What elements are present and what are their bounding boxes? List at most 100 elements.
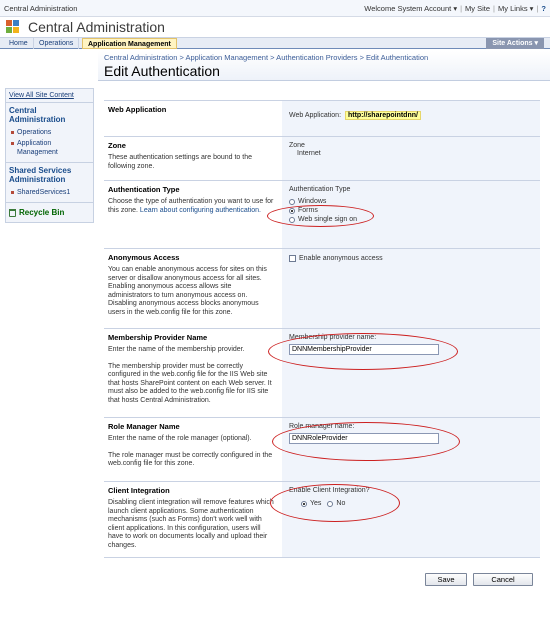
yes-label: Yes [310, 500, 322, 507]
tab-bar: Home Operations Application Management S… [0, 37, 550, 49]
section-client-integration: Client Integration Disabling client inte… [104, 482, 540, 558]
site-title: Central Administration [28, 19, 165, 35]
section-description: Enter the name of the membership provide… [108, 346, 245, 353]
membership-provider-input[interactable]: DNNMembershipProvider [289, 344, 439, 355]
web-sso-option-label: Web single sign on [298, 216, 358, 223]
section-title: Authentication Type [108, 185, 180, 194]
role-manager-label: Role manager name: [289, 423, 355, 430]
separator: | [493, 4, 495, 13]
section-anonymous-access: Anonymous Access You can enable anonymou… [104, 249, 540, 329]
recycle-bin-label: Recycle Bin [19, 208, 65, 217]
auth-type-label: Authentication Type [289, 186, 351, 193]
sidebar-item-application-management[interactable]: Application Management [9, 138, 90, 158]
section-zone: Zone These authentication settings are b… [104, 137, 540, 181]
web-app-selector[interactable]: http://sharepointdnn/ [344, 111, 421, 120]
web-app-row: Web Application: http://sharepointdnn/ [289, 111, 533, 120]
client-integration-options: Yes No [301, 498, 533, 507]
separator: | [460, 4, 463, 13]
edit-authentication-form: Web Application Web Application: http://… [104, 100, 540, 598]
no-label: No [336, 500, 346, 507]
sidebar-item-operations[interactable]: Operations [9, 127, 90, 138]
section-right: Authentication Type Windows Forms Web si… [282, 181, 540, 248]
section-description: Choose the type of authentication you wa… [108, 198, 276, 215]
sidebar-ssp-list: SharedServices1 [6, 185, 93, 203]
section-left: Zone These authentication settings are b… [104, 137, 280, 175]
learn-more-link[interactable]: Learn about configuring authentication. [140, 207, 261, 214]
section-left: Role Manager Name Enter the name of the … [104, 418, 280, 473]
tab-operations[interactable]: Operations [34, 38, 80, 49]
auth-option-windows[interactable]: Windows [289, 198, 533, 205]
site-header: Central Administration [0, 17, 550, 37]
welcome-menu[interactable]: Welcome System Account ▾ [364, 4, 457, 13]
yes-radio[interactable] [301, 500, 307, 507]
save-button[interactable]: Save [425, 573, 467, 586]
no-radio[interactable] [327, 500, 334, 507]
client-integration-no[interactable]: No [327, 500, 345, 507]
sidebar-item-sharedservices1[interactable]: SharedServices1 [9, 187, 90, 198]
web-sso-radio[interactable] [289, 216, 295, 223]
section-description: These authentication settings are bound … [108, 154, 252, 170]
section-description: The role manager must be correctly confi… [108, 451, 273, 468]
section-title: Membership Provider Name [108, 333, 208, 342]
view-all-site-content-link[interactable]: View All Site Content [6, 89, 93, 103]
tab-application-management[interactable]: Application Management [82, 38, 177, 49]
section-title: Anonymous Access [108, 253, 180, 262]
section-title: Web Application [108, 105, 167, 114]
section-description: Disabling client integration will remove… [108, 499, 274, 549]
section-authentication-type: Authentication Type Choose the type of a… [104, 181, 540, 249]
zone-label: Zone [289, 142, 305, 149]
anonymous-access-checkbox[interactable] [289, 255, 296, 262]
my-links-menu[interactable]: My Links ▾ [498, 4, 533, 13]
forms-radio[interactable] [289, 207, 295, 214]
separator: | [536, 4, 539, 13]
section-left: Web Application [104, 101, 280, 122]
client-integration-yes[interactable]: Yes [301, 500, 321, 507]
section-web-application: Web Application Web Application: http://… [104, 101, 540, 137]
membership-provider-label: Membership provider name: [289, 334, 377, 341]
tab-home[interactable]: Home [4, 38, 34, 49]
section-membership-provider: Membership Provider Name Enter the name … [104, 329, 540, 418]
section-left: Anonymous Access You can enable anonymou… [104, 249, 280, 321]
section-right: Enable anonymous access [282, 249, 540, 328]
section-left: Membership Provider Name Enter the name … [104, 329, 280, 409]
section-title: Role Manager Name [108, 422, 180, 431]
form-buttons: Save Cancel [104, 558, 540, 598]
windows-radio[interactable] [289, 198, 295, 205]
quick-launch: View All Site Content Central Administra… [5, 88, 94, 223]
section-title: Zone [108, 141, 126, 150]
web-app-label: Web Application: [289, 112, 342, 119]
cancel-button[interactable]: Cancel [473, 573, 533, 586]
page-title: Edit Authentication [104, 63, 220, 79]
site-actions-menu[interactable]: Site Actions ▾ [486, 38, 544, 49]
section-left: Authentication Type Choose the type of a… [104, 181, 280, 219]
section-description: Enter the name of the role manager (opti… [108, 435, 252, 442]
anonymous-access-label: Enable anonymous access [299, 255, 383, 262]
section-right: Role manager name: DNNRoleProvider [282, 418, 540, 481]
top-links: Welcome System Account ▾ | My Site | My … [364, 4, 546, 13]
sidebar-heading-central-administration[interactable]: Central Administration [6, 103, 93, 125]
client-integration-label: Enable Client Integration? [289, 487, 370, 494]
recycle-bin-link[interactable]: Recycle Bin [6, 203, 93, 222]
section-right: Web Application: http://sharepointdnn/ [282, 101, 540, 136]
section-right: Zone Internet [282, 137, 540, 180]
sharepoint-logo-icon [6, 20, 19, 33]
breadcrumb[interactable]: Central Administration > Application Man… [104, 53, 428, 62]
top-bar: Central Administration Welcome System Ac… [0, 0, 550, 17]
zone-value: Internet [297, 150, 321, 157]
help-icon[interactable]: ? [541, 4, 546, 13]
sidebar-heading-shared-services[interactable]: Shared Services Administration [6, 163, 93, 185]
section-left: Client Integration Disabling client inte… [104, 482, 280, 554]
windows-option-label: Windows [298, 198, 327, 205]
section-description: The membership provider must be correctl… [108, 362, 272, 404]
auth-option-web-sso[interactable]: Web single sign on [289, 216, 533, 223]
my-site-link[interactable]: My Site [465, 4, 490, 13]
section-right: Enable Client Integration? Yes No [282, 482, 540, 557]
auth-option-forms[interactable]: Forms [289, 207, 533, 214]
section-right: Membership provider name: DNNMembershipP… [282, 329, 540, 417]
role-manager-input[interactable]: DNNRoleProvider [289, 433, 439, 444]
site-name[interactable]: Central Administration [4, 4, 77, 13]
forms-option-label: Forms [298, 207, 318, 214]
section-title: Client Integration [108, 486, 170, 495]
anonymous-access-option[interactable]: Enable anonymous access [289, 255, 533, 262]
section-description: You can enable anonymous access for site… [108, 266, 267, 316]
